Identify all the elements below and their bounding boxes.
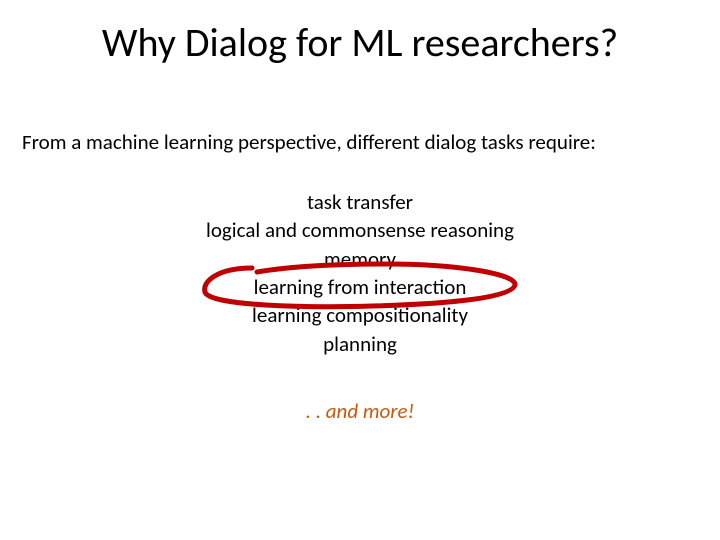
slide-footer: . . and more! [0, 398, 720, 424]
list-item: learning from interaction [0, 273, 720, 301]
requirements-list: task transfer logical and commonsense re… [0, 188, 720, 358]
list-item: learning compositionality [0, 301, 720, 329]
slide-title: Why Dialog for ML researchers? [0, 18, 720, 67]
list-item: logical and commonsense reasoning [0, 216, 720, 244]
slide: Why Dialog for ML researchers? From a ma… [0, 0, 720, 540]
list-item: task transfer [0, 188, 720, 216]
list-item: planning [0, 330, 720, 358]
slide-subtitle: From a machine learning perspective, dif… [22, 129, 698, 155]
list-item: memory [0, 245, 720, 273]
